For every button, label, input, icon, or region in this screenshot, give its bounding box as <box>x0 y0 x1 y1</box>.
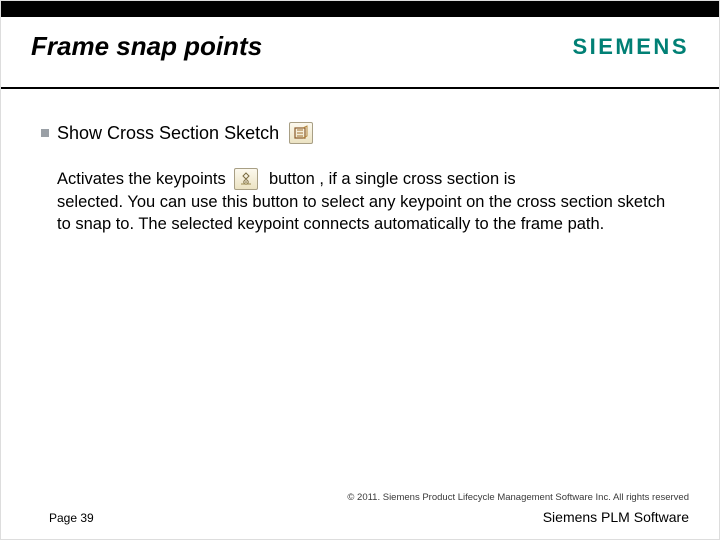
body-post-icon-text: button , if a single cross section is <box>269 170 516 188</box>
content-area: Show Cross Section Sketch Activates the … <box>41 121 679 236</box>
siemens-logo: SIEMENS <box>572 34 689 60</box>
bullet-label: Show Cross Section Sketch <box>57 121 279 146</box>
product-name: Siemens PLM Software <box>543 509 689 525</box>
header-divider <box>1 87 719 89</box>
bullet-marker-icon <box>41 129 49 137</box>
top-black-band <box>1 1 719 17</box>
bullet-item: Show Cross Section Sketch <box>41 121 679 146</box>
header-row: Frame snap points SIEMENS <box>1 31 719 62</box>
slide: Frame snap points SIEMENS Show Cross Sec… <box>0 0 720 540</box>
copyright-text: © 2011. Siemens Product Lifecycle Manage… <box>49 492 689 503</box>
page-number: Page 39 <box>49 511 94 525</box>
footer: © 2011. Siemens Product Lifecycle Manage… <box>1 492 719 529</box>
keypoints-icon[interactable] <box>234 168 258 190</box>
footer-row: Page 39 Siemens PLM Software <box>49 509 689 525</box>
page-title: Frame snap points <box>31 31 262 62</box>
body-pre-icon-text: Activates the keypoints <box>57 170 226 188</box>
cross-section-sketch-icon[interactable] <box>289 122 313 144</box>
body-paragraph: Activates the keypoints button , if a si… <box>57 168 679 236</box>
body-rest-text: selected. You can use this button to sel… <box>57 191 679 237</box>
